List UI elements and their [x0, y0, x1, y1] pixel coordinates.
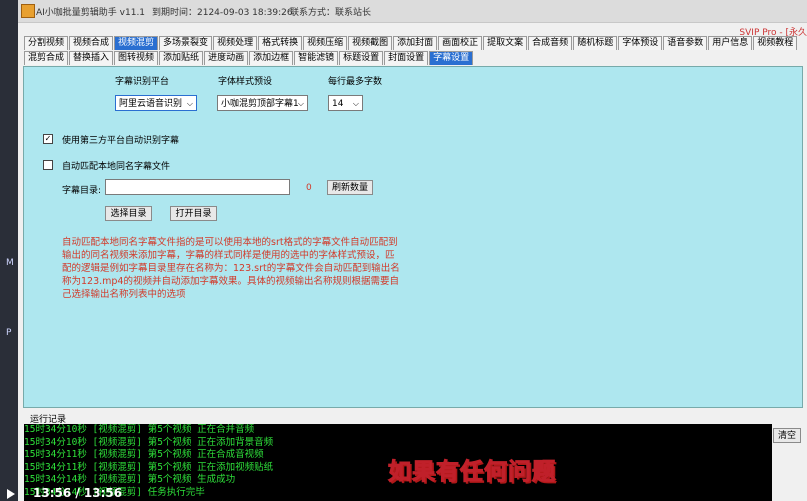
third-party-label: 使用第三方平台自动识别字幕: [62, 136, 180, 146]
sub-tab-8[interactable]: 封面设置: [384, 51, 429, 65]
video-time: 13:56 / 13:56: [33, 486, 123, 500]
chevron-down-icon: ⌵: [297, 99, 304, 108]
main-tab-12[interactable]: 随机标题: [573, 36, 618, 50]
main-tab-16[interactable]: 视频教程: [753, 36, 798, 50]
main-tab-3[interactable]: 多场景裂变: [159, 36, 213, 50]
sub-tab-1[interactable]: 替换插入: [69, 51, 114, 65]
subtitle-settings-panel: 字幕识别平台 字体样式预设 每行最多字数 阿里云语音识别 ⌵ 小咖混剪顶部字幕1…: [23, 66, 803, 408]
contact-info: 联系方式：联系站长: [290, 8, 372, 18]
main-tabs: 分割视频 视频合成 视频混剪 多场景裂变 视频处理 格式转换 视频压缩 视频截图 添加封面 画面校…: [24, 36, 798, 50]
main-tab-7[interactable]: 视频截图: [348, 36, 393, 50]
chevron-down-icon: ⌵: [186, 99, 193, 108]
platform-label: 字幕识别平台: [115, 77, 170, 87]
select-dir-button[interactable]: 选择目录: [105, 206, 152, 221]
sub-tab-9[interactable]: 字幕设置: [429, 51, 474, 65]
sub-tab-6[interactable]: 智能滤镜: [294, 51, 339, 65]
sub-tab-5[interactable]: 添加边框: [249, 51, 294, 65]
maxchars-select[interactable]: 14 ⌵: [328, 95, 363, 111]
main-tab-6[interactable]: 视频压缩: [303, 36, 348, 50]
sub-tabs: 混剪合成 替换插入 图转视频 添加贴纸 进度动画 添加边框 智能滤镜 标题设置 封面设置 字幕设置: [24, 51, 474, 65]
main-tab-8[interactable]: 添加封面: [393, 36, 438, 50]
main-tab-11[interactable]: 合成音频: [528, 36, 573, 50]
main-tab-4[interactable]: 视频处理: [213, 36, 258, 50]
main-tab-9[interactable]: 画面校正: [438, 36, 483, 50]
main-tab-0[interactable]: 分割视频: [24, 36, 69, 50]
main-tab-15[interactable]: 用户信息: [708, 36, 753, 50]
open-dir-button[interactable]: 打开目录: [170, 206, 217, 221]
sub-tab-4[interactable]: 进度动画: [204, 51, 249, 65]
main-tab-10[interactable]: 提取文案: [483, 36, 528, 50]
maxchars-label: 每行最多字数: [328, 77, 383, 87]
main-tab-2[interactable]: 视频混剪: [114, 36, 159, 50]
subtitle-dir-label: 字幕目录:: [62, 186, 102, 196]
main-tab-5[interactable]: 格式转换: [258, 36, 303, 50]
style-select[interactable]: 小咖混剪顶部字幕1 ⌵: [217, 95, 308, 111]
maxchars-select-value: 14: [332, 99, 344, 109]
platform-select-value: 阿里云语音识别: [119, 99, 183, 109]
sub-tab-3[interactable]: 添加贴纸: [159, 51, 204, 65]
sub-tab-7[interactable]: 标题设置: [339, 51, 384, 65]
app-window: AI小咖批量剪辑助手 v11.1 到期时间：2124-09-03 18:39:2…: [18, 0, 807, 501]
sub-tab-0[interactable]: 混剪合成: [24, 51, 69, 65]
desktop-edge-letter: P: [6, 328, 12, 338]
desktop-edge: M P: [0, 0, 18, 501]
desktop-edge-letter: M: [6, 258, 14, 268]
style-select-value: 小咖混剪顶部字幕1: [221, 99, 299, 109]
video-caption-overlay: 如果有任何问题: [388, 459, 556, 486]
auto-match-checkbox[interactable]: [43, 160, 53, 170]
clear-log-button[interactable]: 清空: [773, 428, 801, 443]
video-controls: 13:56 / 13:56: [0, 486, 360, 501]
auto-match-label: 自动匹配本地同名字幕文件: [62, 162, 171, 172]
sub-tab-2[interactable]: 图转视频: [114, 51, 159, 65]
third-party-checkbox[interactable]: ✓: [43, 134, 53, 144]
title-bar: AI小咖批量剪辑助手 v11.1 到期时间：2124-09-03 18:39:2…: [18, 0, 807, 23]
app-title: AI小咖批量剪辑助手 v11.1: [36, 8, 146, 18]
main-tab-1[interactable]: 视频合成: [69, 36, 114, 50]
subtitle-dir-input[interactable]: [105, 179, 290, 195]
app-logo-icon: [21, 4, 35, 18]
auto-match-description: 自动匹配本地同名字幕文件指的是可以使用本地的srt格式的字幕文件自动匹配到输出的…: [62, 237, 400, 300]
subtitle-count: 0: [306, 183, 312, 193]
expire-time: 到期时间：2124-09-03 18:39:26: [152, 8, 293, 18]
main-tab-13[interactable]: 字体预设: [618, 36, 663, 50]
play-icon[interactable]: [7, 489, 15, 499]
chevron-down-icon: ⌵: [352, 99, 359, 108]
main-tab-14[interactable]: 语音参数: [663, 36, 708, 50]
refresh-count-button[interactable]: 刷新数量: [327, 180, 373, 195]
style-label: 字体样式预设: [218, 77, 273, 87]
platform-select[interactable]: 阿里云语音识别 ⌵: [115, 95, 197, 111]
